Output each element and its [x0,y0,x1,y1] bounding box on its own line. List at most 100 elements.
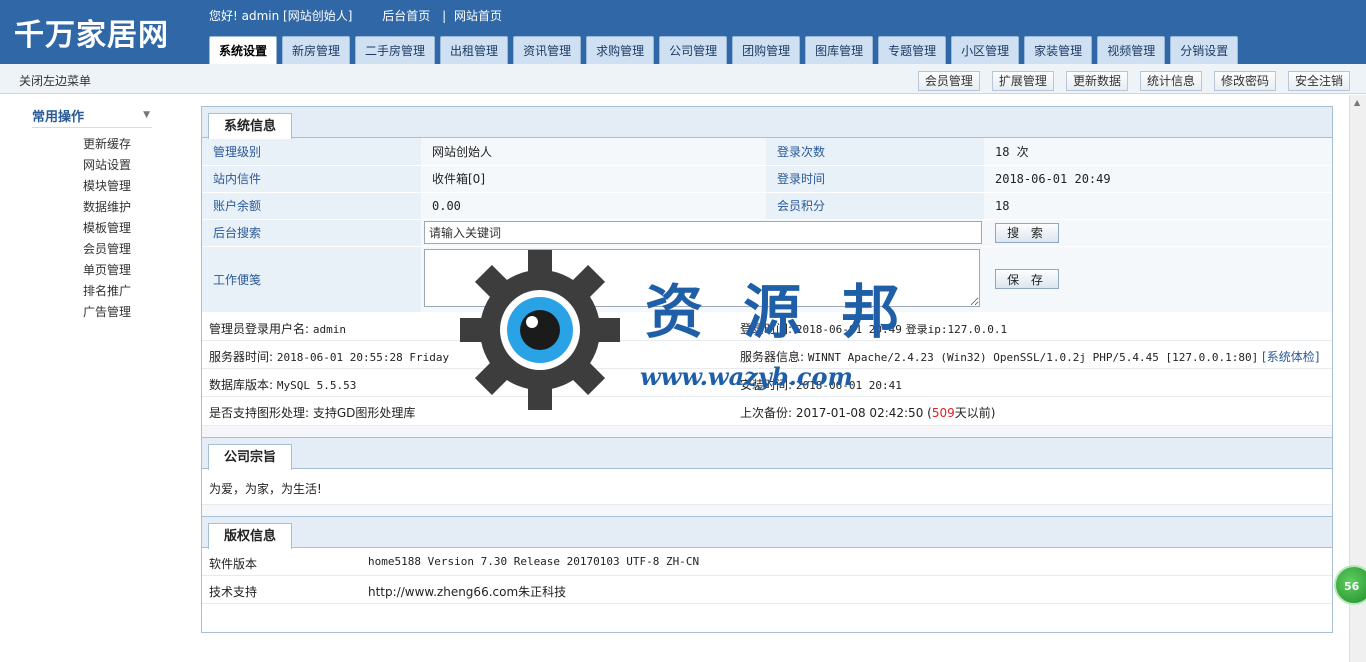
extension-manage-button[interactable]: 扩展管理 [991,71,1054,91]
welcome-bar: 您好! admin [网站创始人] 后台首页 | 网站首页 [209,7,506,24]
server-info-label: 服务器信息: [740,349,805,364]
sidebar-item-ranking[interactable]: 排名推广 [83,283,131,304]
search-button[interactable]: 搜 索 [995,222,1059,243]
sidebar-section-title[interactable]: 常用操作 ▼ [32,106,152,128]
sidebar-item-modules[interactable]: 模块管理 [83,178,131,199]
sidebar-title-text: 常用操作 [32,110,85,125]
admin-search-input[interactable] [424,221,982,244]
server-time-label: 服务器时间: [209,349,274,364]
member-manage-button[interactable]: 会员管理 [917,71,980,91]
backup-days-count: 509 [931,405,955,420]
system-check-link[interactable]: [系统体检] [1262,350,1319,364]
work-memo-textarea[interactable] [424,248,980,307]
tab-wanted[interactable]: 求购管理 [586,36,655,64]
mission-title: 公司宗旨 [208,443,293,470]
section-spacer [202,504,1332,517]
section-spacer [202,425,1332,438]
tab-second-hand[interactable]: 二手房管理 [355,36,436,64]
detail-row-gd: 是否支持图形处理: 支持GD图形处理库 上次备份: 2017-01-08 02:… [202,397,1332,426]
save-memo-button[interactable]: 保 存 [995,269,1059,289]
sidebar-item-ads[interactable]: 广告管理 [83,304,131,325]
tab-gallery[interactable]: 图库管理 [805,36,874,64]
tab-company[interactable]: 公司管理 [659,36,728,64]
inbox-label: 站内信件 [202,165,421,193]
tab-news[interactable]: 资讯管理 [513,36,582,64]
sidebar-item-templates[interactable]: 模板管理 [83,220,131,241]
install-time-value: 2018-06-01 20:41 [795,378,902,392]
site-home-link[interactable]: 网站首页 [454,9,502,23]
login-count-value: 18 次 [984,138,1332,166]
table-row: 账户余额 0.00 会员积分 18 [202,192,1332,220]
tab-group-buy[interactable]: 团购管理 [732,36,801,64]
update-data-button[interactable]: 更新数据 [1065,71,1128,91]
sidebar-list: 更新缓存 网站设置 模块管理 数据维护 模板管理 会员管理 单页管理 排名推广 … [83,136,131,325]
memo-label: 工作便笺 [202,246,421,313]
search-cell [421,219,984,247]
inbox-value[interactable]: 收件箱[0] [421,165,766,193]
table-row: 管理级别 网站创始人 登录次数 18 次 [202,138,1332,166]
sidebar-item-site-settings[interactable]: 网站设置 [83,157,131,178]
main-tabs: 系统设置 新房管理 二手房管理 出租管理 资讯管理 求购管理 公司管理 团购管理… [209,36,1243,64]
tab-topics[interactable]: 专题管理 [878,36,947,64]
save-button-cell: 保 存 [984,246,1332,313]
floating-badge[interactable]: 56 [1334,565,1366,605]
system-info-header: 系统信息 [202,107,1332,139]
tab-distribution[interactable]: 分销设置 [1170,36,1239,64]
detail-row-login: 管理员登录用户名: admin 登录时间: 2018-06-01 20:49 登… [202,313,1332,341]
sidebar-item-data-maintenance[interactable]: 数据维护 [83,199,131,220]
version-value: home5188 Version 7.30 Release 20170103 U… [368,554,700,568]
sidebar-item-pages[interactable]: 单页管理 [83,262,131,283]
mission-text: 为爱，为家，为生活! [202,469,1332,505]
login-time-value: 2018-06-01 20:49 [984,165,1332,193]
collapse-arrow-icon[interactable]: ▼ [143,110,150,120]
tab-video[interactable]: 视频管理 [1097,36,1166,64]
gd-support-value: 支持GD图形处理库 [312,405,416,420]
login-ip-label: 登录ip: [905,322,948,336]
system-info-title: 系统信息 [208,113,293,139]
backup-days-suffix: 天以前) [954,405,996,420]
left-sidebar: 常用操作 ▼ 更新缓存 网站设置 模块管理 数据维护 模板管理 会员管理 单页管… [0,95,190,662]
member-points-value: 18 [984,192,1332,220]
last-backup-label: 上次备份: [740,405,793,420]
welcome-text: 您好! admin [网站创始人] [209,9,353,23]
stats-button[interactable]: 统计信息 [1139,71,1202,91]
change-password-button[interactable]: 修改密码 [1213,71,1276,91]
tab-system-settings[interactable]: 系统设置 [209,36,278,64]
last-login-label: 登录时间: [740,321,793,336]
member-points-label: 会员积分 [766,192,984,220]
close-left-menu-link[interactable]: 关闭左边菜单 [19,72,91,89]
table-row: 工作便笺 保 存 [202,246,1332,313]
system-info-table: 管理级别 网站创始人 登录次数 18 次 站内信件 收件箱[0] 登录时间 20… [202,138,1332,313]
admin-search-label: 后台搜索 [202,219,421,247]
memo-cell [421,246,984,313]
balance-value: 0.00 [421,192,766,220]
tab-rental[interactable]: 出租管理 [440,36,509,64]
balance-label: 账户余额 [202,192,421,220]
install-time-label: 安装时间: [740,377,793,392]
admin-level-label: 管理级别 [202,138,421,166]
sidebar-item-update-cache[interactable]: 更新缓存 [83,136,131,157]
detail-row-database: 数据库版本: MySQL 5.5.53 安装时间: 2018-06-01 20:… [202,369,1332,397]
sidebar-item-members[interactable]: 会员管理 [83,241,131,262]
db-version-label: 数据库版本: [209,377,274,392]
gd-support-label: 是否支持图形处理: [209,405,310,420]
logout-button[interactable]: 安全注销 [1287,71,1350,91]
version-row: 软件版本 home5188 Version 7.30 Release 20170… [202,548,1332,576]
login-time-label: 登录时间 [766,165,984,193]
tab-community[interactable]: 小区管理 [951,36,1020,64]
server-info-value: WINNT Apache/2.4.23 (Win32) OpenSSL/1.0.… [807,350,1259,364]
admin-home-link[interactable]: 后台首页 [382,9,430,23]
detail-row-server: 服务器时间: 2018-06-01 20:55:28 Friday 服务器信息:… [202,341,1332,369]
support-row: 技术支持 http://www.zheng66.com朱正科技 [202,576,1332,604]
support-value[interactable]: http://www.zheng66.com朱正科技 [368,583,566,600]
tool-buttons: 会员管理 扩展管理 更新数据 统计信息 修改密码 安全注销 [906,71,1350,91]
main-panel: 系统信息 管理级别 网站创始人 登录次数 18 次 站内信件 收件箱[0] 登录… [201,106,1333,633]
tab-new-house[interactable]: 新房管理 [282,36,351,64]
scroll-up-arrow-icon[interactable]: ▲ [1354,98,1363,112]
admin-user-label: 管理员登录用户名: [209,321,310,336]
sub-toolbar: 关闭左边菜单 会员管理 扩展管理 更新数据 统计信息 修改密码 安全注销 [0,64,1366,94]
site-logo[interactable]: 千万家居网 [14,10,169,54]
copyright-header: 版权信息 [202,516,1332,549]
admin-user-value: admin [312,322,346,336]
tab-decoration[interactable]: 家装管理 [1024,36,1093,64]
